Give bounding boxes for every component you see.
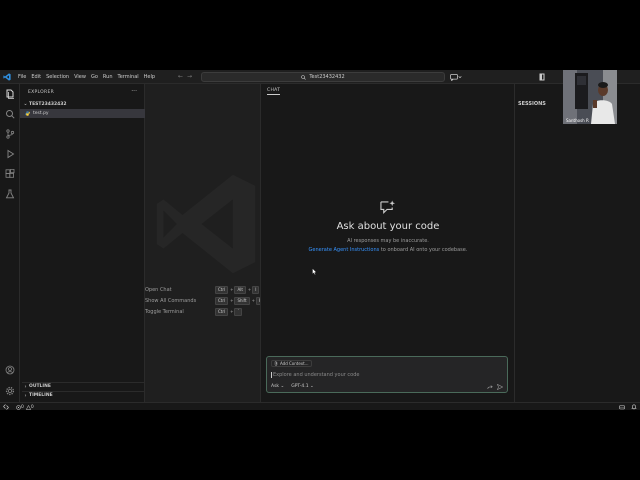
shortcut-toggle-terminal: Toggle Terminal Ctrl + ` bbox=[145, 306, 260, 317]
sessions-panel: SESSIONS bbox=[515, 84, 640, 402]
menu-view[interactable]: View bbox=[74, 73, 86, 81]
testing-flask-icon[interactable] bbox=[5, 189, 15, 199]
menu-run[interactable]: Run bbox=[103, 73, 113, 81]
run-debug-icon[interactable] bbox=[5, 149, 15, 159]
copilot-menu-button[interactable] bbox=[450, 73, 464, 81]
timeline-section[interactable]: › TIMELINE bbox=[22, 391, 145, 399]
chat-send-actions bbox=[483, 384, 503, 390]
title-bar: File Edit Selection View Go Run Terminal… bbox=[0, 70, 640, 84]
chat-input-box[interactable]: Add Context... Explore and understand yo… bbox=[266, 356, 508, 393]
remote-indicator-icon[interactable] bbox=[3, 404, 9, 410]
chat-input-placeholder[interactable]: Explore and understand your code bbox=[271, 372, 359, 378]
participant-name: Santhosh R bbox=[566, 118, 589, 123]
model-picker[interactable]: GPT-4.1 ⌄ bbox=[291, 384, 314, 389]
explorer-more-actions-icon[interactable]: ··· bbox=[131, 88, 137, 95]
key: Alt bbox=[234, 285, 246, 294]
generate-agent-instructions-link[interactable]: Generate Agent Instructions bbox=[309, 247, 380, 253]
chevron-right-icon: › bbox=[24, 392, 27, 399]
search-activity-icon[interactable] bbox=[5, 109, 15, 119]
command-center-search[interactable]: Test23432432 bbox=[201, 72, 445, 82]
search-icon bbox=[301, 74, 307, 80]
delegate-arrow-icon[interactable] bbox=[487, 384, 493, 390]
vscode-window: File Edit Selection View Go Run Terminal… bbox=[0, 70, 640, 410]
menu-bar: File Edit Selection View Go Run Terminal… bbox=[18, 73, 160, 81]
editor-shortcuts: Open Chat Ctrl + Alt + I Show All Commands… bbox=[145, 284, 265, 317]
chat-sparkle-icon bbox=[380, 200, 395, 215]
paperclip-icon bbox=[274, 361, 278, 366]
chevron-down-icon: ⌄ bbox=[23, 101, 28, 107]
mouse-pointer-icon bbox=[312, 268, 317, 275]
warning-count: 0 bbox=[30, 404, 34, 410]
key: Ctrl bbox=[215, 285, 229, 294]
chat-options: Ask ⌄ GPT-4.1 ⌄ bbox=[271, 384, 321, 389]
shortcut-keys: Ctrl + ` bbox=[215, 307, 243, 316]
outline-section[interactable]: › OUTLINE bbox=[22, 382, 145, 390]
shortcut-label: Toggle Terminal bbox=[145, 308, 184, 315]
menu-help[interactable]: Help bbox=[144, 73, 155, 81]
chat-onboarding-text: Generate Agent Instructions to onboard A… bbox=[261, 247, 515, 253]
menu-edit[interactable]: Edit bbox=[31, 73, 41, 81]
chat-disclaimer: AI responses may be inaccurate. bbox=[347, 238, 429, 244]
status-bar: 0 0 bbox=[0, 402, 640, 410]
shortcut-label: Open Chat bbox=[145, 286, 172, 293]
sessions-header: SESSIONS bbox=[518, 101, 546, 107]
layout-toggle-icon[interactable] bbox=[539, 73, 545, 81]
explorer-sidebar: EXPLORER ··· ⌄ TEST23432432 test.py › OU… bbox=[20, 84, 145, 402]
shortcut-open-chat: Open Chat Ctrl + Alt + I bbox=[145, 284, 260, 295]
chevron-down-icon bbox=[458, 76, 462, 79]
key: Ctrl bbox=[215, 296, 229, 305]
chat-tab[interactable]: CHAT bbox=[267, 88, 281, 95]
activity-bar bbox=[0, 84, 20, 402]
add-context-button[interactable]: Add Context... bbox=[271, 360, 312, 367]
explorer-header: EXPLORER bbox=[28, 90, 55, 95]
chat-panel: CHAT Ask about your code AI responses ma… bbox=[260, 84, 515, 402]
webcam-overlay: Santhosh R bbox=[563, 70, 617, 124]
key: Ctrl bbox=[215, 307, 229, 316]
shortcut-label: Show All Commands bbox=[145, 297, 197, 304]
navigation-arrows: ← → bbox=[178, 73, 196, 81]
back-arrow-icon[interactable]: ← bbox=[178, 73, 187, 81]
workspace-title: Test23432432 bbox=[309, 74, 345, 80]
menu-file[interactable]: File bbox=[18, 73, 26, 81]
copilot-icon bbox=[450, 73, 458, 81]
mode-picker[interactable]: Ask ⌄ bbox=[271, 384, 284, 389]
shortcut-keys: Ctrl+ Shift+ P bbox=[215, 296, 265, 305]
vscode-watermark-icon bbox=[156, 174, 256, 274]
send-icon[interactable] bbox=[497, 384, 503, 390]
timeline-label: TIMELINE bbox=[29, 393, 53, 398]
menu-terminal[interactable]: Terminal bbox=[118, 73, 139, 81]
accounts-icon[interactable] bbox=[5, 365, 15, 375]
python-file-icon bbox=[25, 111, 30, 116]
explorer-files-icon[interactable] bbox=[5, 89, 15, 99]
key: I bbox=[252, 285, 260, 294]
key: Shift bbox=[234, 296, 250, 305]
chat-welcome-title: Ask about your code bbox=[336, 221, 440, 232]
menu-selection[interactable]: Selection bbox=[46, 73, 69, 81]
extensions-icon[interactable] bbox=[5, 169, 15, 179]
vscode-logo-icon bbox=[3, 73, 11, 81]
error-count: 0 bbox=[21, 404, 24, 410]
shortcut-show-all-commands: Show All Commands Ctrl+ Shift+ P bbox=[145, 295, 265, 306]
forward-arrow-icon[interactable]: → bbox=[187, 73, 196, 81]
copilot-status-icon[interactable] bbox=[619, 404, 625, 410]
file-name: test.py bbox=[33, 111, 49, 116]
onboarding-suffix: to onboard AI onto your codebase. bbox=[379, 247, 468, 253]
shortcut-keys: Ctrl + Alt + I bbox=[215, 285, 260, 294]
source-control-icon[interactable] bbox=[5, 129, 15, 139]
folder-name: TEST23432432 bbox=[29, 101, 67, 107]
status-bar-right bbox=[613, 404, 637, 410]
outline-label: OUTLINE bbox=[29, 384, 51, 389]
file-item-test-py[interactable]: test.py bbox=[20, 109, 145, 118]
chevron-right-icon: › bbox=[24, 383, 27, 390]
key: ` bbox=[234, 307, 243, 316]
editor-area: Open Chat Ctrl + Alt + I Show All Commands… bbox=[145, 84, 265, 402]
problems-indicator[interactable]: 0 0 bbox=[16, 403, 36, 410]
add-context-label: Add Context... bbox=[280, 361, 309, 366]
workspace-folder[interactable]: ⌄ TEST23432432 bbox=[22, 100, 145, 108]
settings-gear-icon[interactable] bbox=[5, 386, 15, 396]
menu-go[interactable]: Go bbox=[91, 73, 98, 81]
webcam-video-feed bbox=[563, 70, 617, 124]
notifications-bell-icon[interactable] bbox=[631, 404, 637, 410]
